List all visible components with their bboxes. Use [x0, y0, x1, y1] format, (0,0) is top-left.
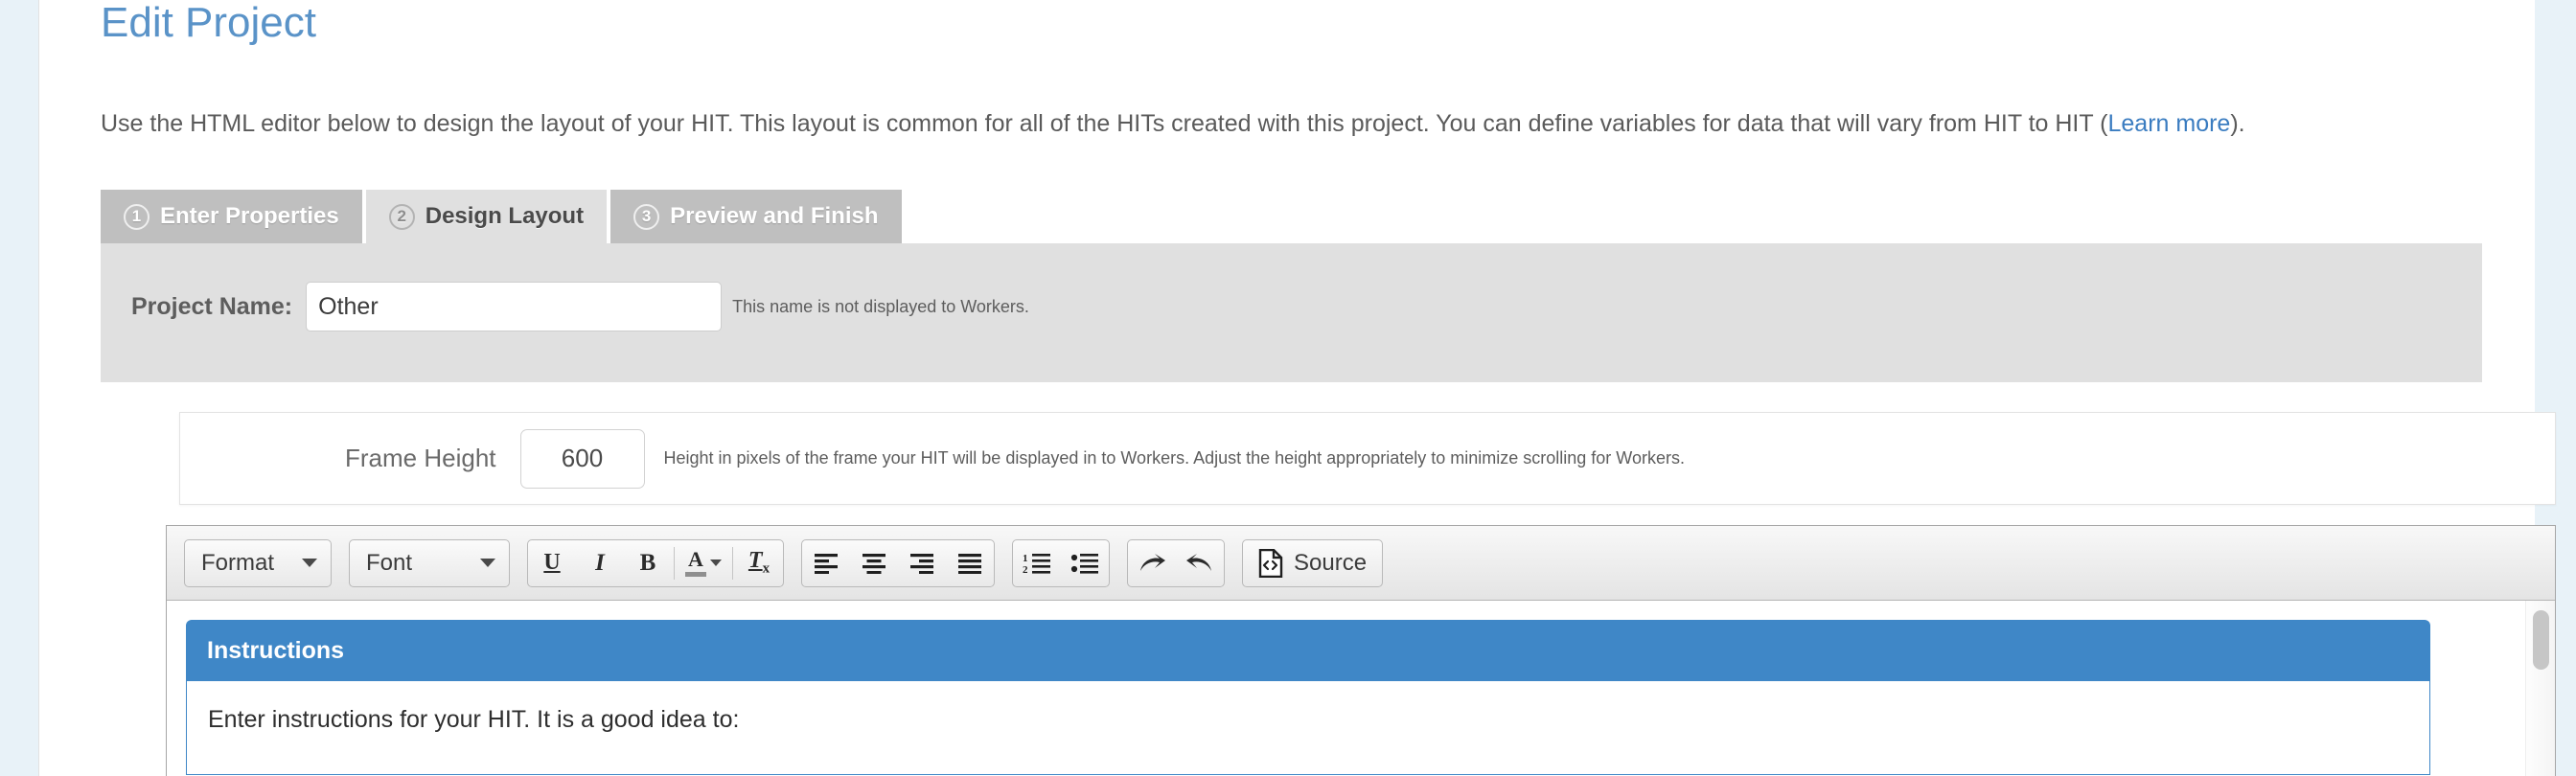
tab-number-badge: 2 [388, 203, 415, 230]
tab-enter-properties[interactable]: 1 Enter Properties [101, 190, 362, 243]
underline-icon: U [543, 550, 561, 575]
chevron-down-icon [302, 559, 317, 567]
format-dropdown[interactable]: Format [184, 538, 332, 587]
underline-button[interactable]: U [528, 540, 576, 586]
bulleted-list-button[interactable] [1061, 540, 1109, 586]
bold-icon: B [639, 549, 656, 576]
remove-format-letter: T [748, 548, 763, 574]
project-name-label: Project Name: [131, 292, 293, 320]
tab-design-layout[interactable]: 2 Design Layout [365, 190, 608, 243]
text-style-group: U I B A Tx [527, 538, 784, 587]
editor-toolbar: Format Font U I B A Tx 1 2 Source [167, 526, 2555, 601]
undo-button[interactable] [1176, 540, 1224, 586]
frame-height-label: Frame Height [345, 444, 496, 472]
frame-height-row: Frame Height Height in pixels of the fra… [345, 428, 1685, 489]
frame-height-hint: Height in pixels of the frame your HIT w… [663, 448, 1685, 468]
project-name-row: Project Name: This name is not displayed… [101, 282, 1029, 331]
wizard-tabs: 1 Enter Properties 2 Design Layout 3 Pre… [101, 190, 902, 243]
app-root: Edit Project Use the HTML editor below t… [0, 0, 2576, 776]
source-code-file-icon [1258, 548, 1283, 578]
align-left-icon [815, 553, 838, 574]
redo-button[interactable] [1128, 540, 1176, 586]
editor-content-area[interactable]: Instructions Enter instructions for your… [167, 601, 2555, 776]
instructions-panel-body: Enter instructions for your HIT. It is a… [186, 681, 2430, 775]
tab-label: Preview and Finish [670, 203, 879, 229]
tab-number-badge: 3 [633, 203, 660, 230]
align-justify-icon [958, 553, 981, 574]
italic-icon: I [595, 549, 605, 576]
format-dropdown-label: Format [201, 549, 275, 576]
numbered-list-button[interactable]: 1 2 [1013, 540, 1061, 586]
undo-arrow-icon [1186, 553, 1211, 571]
remove-format-icon: Tx [748, 548, 770, 578]
font-dropdown[interactable]: Font [349, 538, 510, 587]
instructions-text: Enter instructions for your HIT. It is a… [208, 706, 740, 733]
toolbar-divider [732, 546, 733, 580]
frame-height-input[interactable] [519, 428, 645, 489]
remove-format-button[interactable]: Tx [735, 540, 783, 586]
intro-paragraph: Use the HTML editor below to design the … [101, 104, 2468, 144]
content-column: Edit Project Use the HTML editor below t… [38, 0, 2556, 776]
text-color-swatch [685, 572, 706, 577]
source-button-label: Source [1294, 549, 1368, 576]
html-editor: Format Font U I B A Tx 1 2 Source Instru… [166, 525, 2556, 776]
align-left-button[interactable] [802, 540, 850, 586]
intro-text-before: Use the HTML editor below to design the … [101, 110, 2108, 137]
list-group: 1 2 [1012, 538, 1110, 587]
history-group [1127, 538, 1225, 587]
instructions-panel: Instructions Enter instructions for your… [186, 620, 2430, 775]
chevron-down-icon [710, 559, 722, 566]
properties-panel: Project Name: This name is not displayed… [101, 243, 2482, 382]
text-color-letter: A [688, 547, 703, 571]
bold-button[interactable]: B [624, 540, 672, 586]
remove-format-sub: x [762, 560, 770, 577]
chevron-down-icon [480, 559, 495, 567]
italic-button[interactable]: I [576, 540, 624, 586]
numbered-list-icon: 1 2 [1023, 553, 1050, 575]
project-name-hint: This name is not displayed to Workers. [732, 296, 1029, 316]
instructions-panel-header: Instructions [186, 620, 2430, 681]
redo-arrow-icon [1140, 553, 1165, 571]
intro-text-after: ). [2230, 110, 2245, 137]
svg-text:2: 2 [1023, 564, 1028, 575]
align-center-button[interactable] [850, 540, 898, 586]
text-color-button[interactable]: A [677, 540, 730, 586]
align-right-icon [910, 553, 933, 574]
align-justify-button[interactable] [946, 540, 994, 586]
font-dropdown-label: Font [366, 549, 413, 576]
editor-scrollbar-thumb[interactable] [2533, 610, 2549, 670]
alignment-group [801, 538, 995, 587]
align-right-button[interactable] [898, 540, 946, 586]
source-button[interactable]: Source [1242, 538, 1384, 587]
bulleted-list-icon [1070, 553, 1098, 574]
tab-preview-and-finish[interactable]: 3 Preview and Finish [610, 190, 902, 243]
align-center-icon [862, 553, 886, 574]
instructions-heading: Instructions [207, 636, 345, 664]
text-color-icon: A [685, 549, 706, 577]
project-name-input[interactable] [306, 282, 723, 331]
tab-number-badge: 1 [124, 203, 150, 230]
frame-height-panel: Frame Height Height in pixels of the fra… [179, 412, 2556, 505]
learn-more-link[interactable]: Learn more [2107, 110, 2230, 137]
svg-text:1: 1 [1023, 553, 1028, 564]
editor-scrollbar-track[interactable] [2525, 601, 2555, 776]
tab-label: Design Layout [425, 203, 585, 229]
page-title: Edit Project [101, 0, 316, 46]
toolbar-divider [674, 546, 675, 580]
tab-label: Enter Properties [160, 203, 339, 229]
